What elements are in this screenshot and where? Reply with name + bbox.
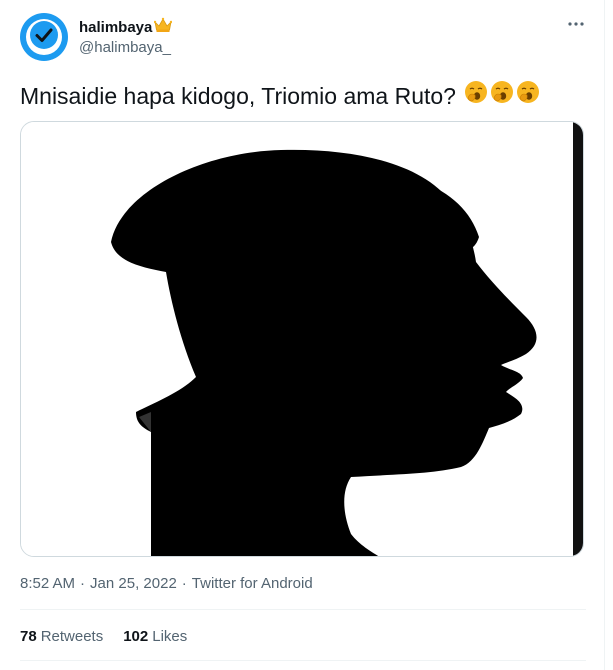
more-options-icon[interactable] [566, 14, 586, 34]
tweet-source-link[interactable]: Twitter for Android [192, 575, 313, 592]
yawning-face-icon [516, 80, 540, 111]
divider [20, 609, 586, 610]
retweets-count: 78 [20, 628, 37, 645]
tweet-card: halimbaya @halimbaya_ Mnisaidie hapa kid… [0, 0, 605, 670]
avatar-inner [26, 19, 62, 55]
retweets-label: Retweets [40, 628, 104, 645]
display-name-row[interactable]: halimbaya [79, 17, 173, 38]
yawning-face-icon [464, 80, 488, 111]
meta-separator: · [181, 575, 187, 592]
meta-separator: · [80, 575, 86, 592]
retweets-stat[interactable]: 78 Retweets [20, 628, 103, 645]
yawning-face-icon [490, 80, 514, 111]
tweet-stats: 78 Retweets 102 Likes [20, 628, 187, 645]
checkmark-icon [29, 20, 59, 55]
tweet-text: Mnisaidie hapa kidogo, Triomio ama Ruto? [20, 82, 456, 109]
tweet-text-row: Mnisaidie hapa kidogo, Triomio ama Ruto? [20, 80, 540, 111]
likes-label: Likes [152, 628, 188, 645]
tweet-date[interactable]: Jan 25, 2022 [90, 575, 177, 592]
likes-stat[interactable]: 102 Likes [123, 628, 187, 645]
silhouette-image [21, 122, 583, 556]
emoji-row [464, 80, 540, 111]
display-name[interactable]: halimbaya [79, 19, 152, 36]
crown-icon [154, 17, 173, 38]
avatar[interactable] [20, 13, 68, 61]
tweet-media-image[interactable] [20, 121, 584, 557]
tweet-meta: 8:52 AM · Jan 25, 2022 · Twitter for And… [20, 575, 313, 592]
divider [20, 660, 586, 661]
user-handle[interactable]: @halimbaya_ [79, 39, 171, 56]
likes-count: 102 [123, 628, 149, 645]
tweet-time[interactable]: 8:52 AM [20, 575, 75, 592]
